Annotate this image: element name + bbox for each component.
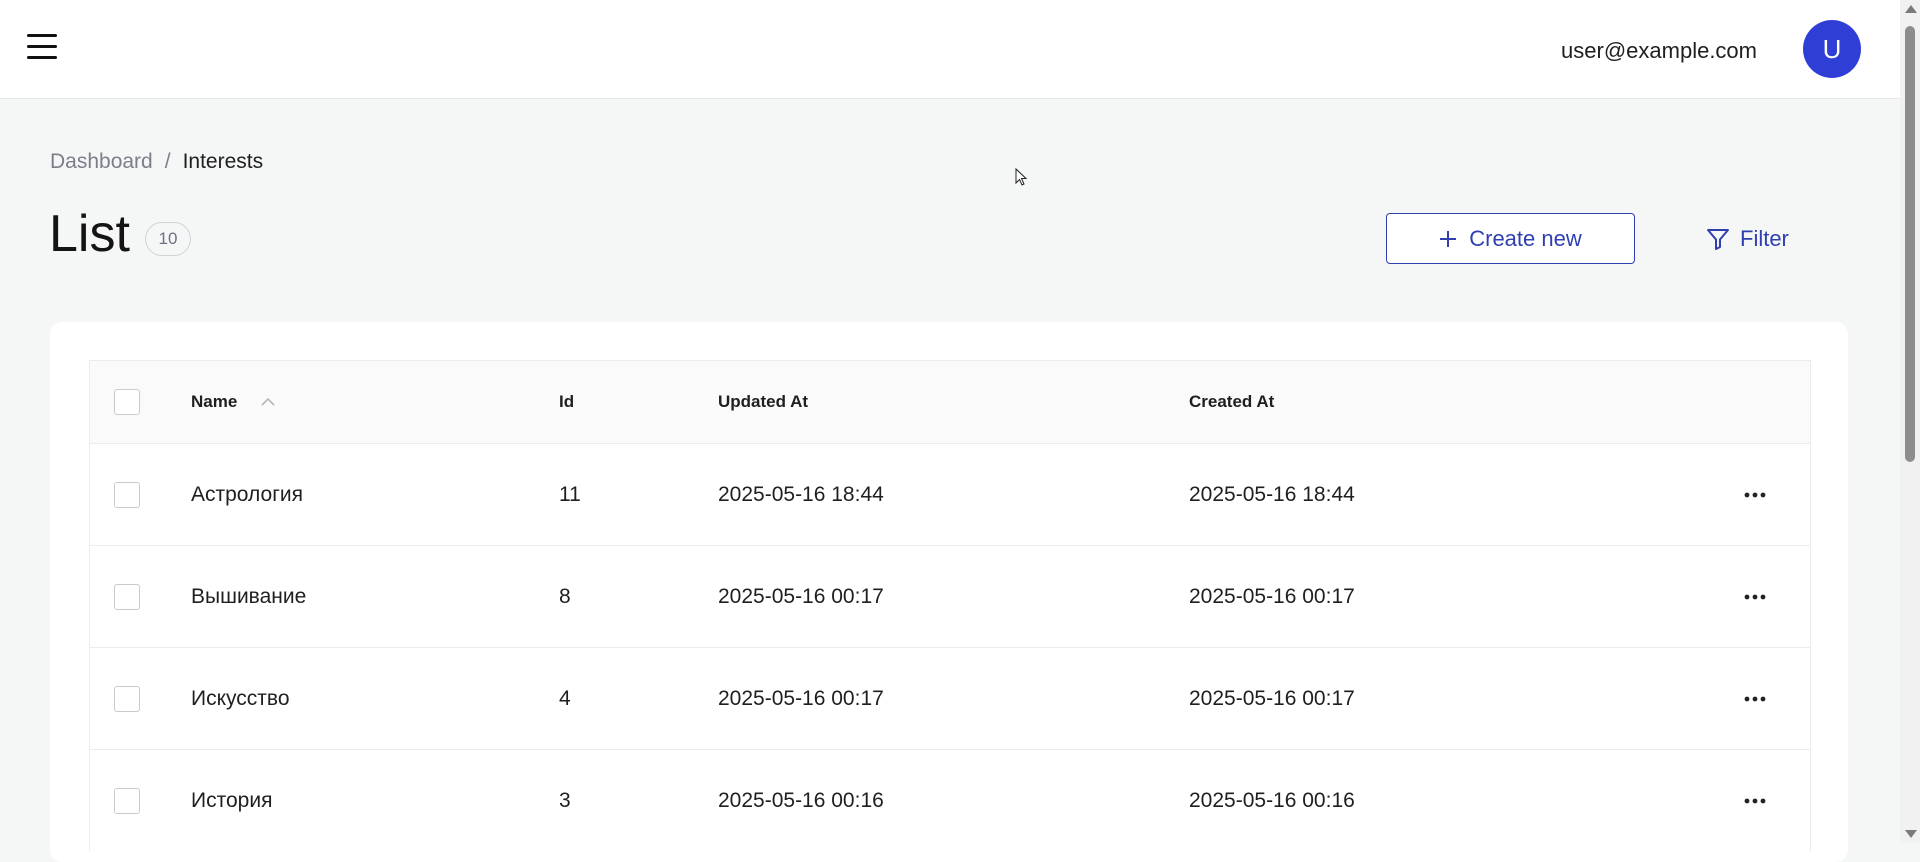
select-all-checkbox[interactable] — [114, 389, 140, 415]
breadcrumb-current: Interests — [182, 150, 264, 173]
row-checkbox[interactable] — [114, 787, 140, 814]
column-header-updated-at[interactable]: Updated At — [718, 361, 808, 443]
cell-id: 11 — [559, 482, 581, 506]
scroll-down-arrow-icon[interactable] — [1905, 830, 1917, 838]
count-badge: 10 — [145, 222, 191, 256]
top-bar: user@example.com U — [0, 0, 1900, 99]
page-title: List — [49, 205, 130, 263]
row-checkbox[interactable] — [114, 583, 140, 610]
menu-button[interactable] — [26, 34, 60, 60]
cell-id: 8 — [559, 584, 571, 608]
scroll-up-arrow-icon[interactable] — [1905, 5, 1917, 13]
column-header-id[interactable]: Id — [559, 361, 574, 443]
cell-updated-at: 2025-05-16 18:44 — [718, 482, 884, 506]
cell-created-at: 2025-05-16 00:17 — [1189, 584, 1355, 608]
table-row[interactable]: История 3 2025-05-16 00:16 2025-05-16 00… — [90, 749, 1810, 851]
more-horizontal-icon[interactable] — [1744, 696, 1766, 702]
cell-updated-at: 2025-05-16 00:16 — [718, 788, 884, 812]
filter-button[interactable]: Filter — [1706, 213, 1816, 264]
hamburger-icon — [27, 34, 57, 37]
avatar[interactable]: U — [1803, 20, 1861, 78]
create-new-button[interactable]: Create new — [1386, 213, 1635, 264]
table-row[interactable]: Искусство 4 2025-05-16 00:17 2025-05-16 … — [90, 647, 1810, 749]
list-card: Name Id Updated At Created At Астрология… — [50, 322, 1848, 862]
cell-updated-at: 2025-05-16 00:17 — [718, 584, 884, 608]
cell-created-at: 2025-05-16 00:16 — [1189, 788, 1355, 812]
row-checkbox[interactable] — [114, 481, 140, 508]
cell-id: 3 — [559, 788, 571, 812]
create-new-label: Create new — [1469, 225, 1582, 251]
cell-name: История — [191, 788, 273, 812]
cell-name: Астрология — [191, 482, 303, 506]
table-row[interactable]: Астрология 11 2025-05-16 18:44 2025-05-1… — [90, 443, 1810, 545]
data-table: Name Id Updated At Created At Астрология… — [89, 360, 1811, 851]
more-horizontal-icon[interactable] — [1744, 798, 1766, 804]
cell-created-at: 2025-05-16 00:17 — [1189, 686, 1355, 710]
table-row[interactable]: Вышивание 8 2025-05-16 00:17 2025-05-16 … — [90, 545, 1810, 647]
cell-id: 4 — [559, 686, 571, 710]
cell-name: Искусство — [191, 686, 290, 710]
breadcrumb: Dashboard / Interests — [50, 150, 263, 174]
cell-name: Вышивание — [191, 584, 307, 608]
breadcrumb-separator: / — [164, 150, 171, 173]
table-header-row: Name Id Updated At Created At — [90, 360, 1810, 443]
plus-icon — [1440, 230, 1457, 247]
cell-created-at: 2025-05-16 18:44 — [1189, 482, 1355, 506]
breadcrumb-dashboard-link[interactable]: Dashboard — [50, 150, 153, 173]
column-header-name[interactable]: Name — [191, 361, 275, 443]
cell-updated-at: 2025-05-16 00:17 — [718, 686, 884, 710]
more-horizontal-icon[interactable] — [1744, 594, 1766, 600]
user-email: user@example.com — [1561, 38, 1757, 63]
filter-funnel-icon — [1707, 228, 1729, 250]
column-header-created-at[interactable]: Created At — [1189, 361, 1274, 443]
more-horizontal-icon[interactable] — [1744, 492, 1766, 498]
mouse-cursor-icon — [1015, 168, 1028, 186]
vertical-scrollbar[interactable] — [1900, 0, 1920, 843]
row-checkbox[interactable] — [114, 685, 140, 712]
column-header-name-label: Name — [191, 392, 238, 411]
chevron-up-icon[interactable] — [261, 397, 275, 407]
scroll-thumb[interactable] — [1905, 26, 1915, 462]
filter-label: Filter — [1740, 225, 1789, 251]
